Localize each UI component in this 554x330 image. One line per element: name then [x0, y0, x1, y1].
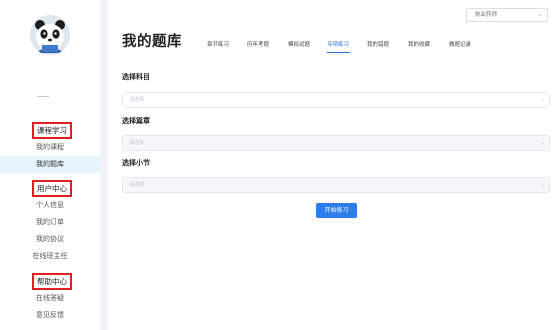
tab-past-exams[interactable]: 历年考题 [247, 40, 269, 48]
sidebar-item-my-question-bank[interactable]: 我的题库 [0, 156, 100, 173]
subject-label: 选择科目 [122, 73, 150, 81]
start-practice-button[interactable]: 开始练习 [316, 203, 357, 218]
chevron-down-icon: ⌄ [539, 181, 545, 188]
chapter-select[interactable]: 请选择 ⌄ [122, 135, 550, 151]
section-select[interactable]: 请选择 ⌄ [122, 177, 550, 193]
tab-chapter-practice[interactable]: 章节练习 [207, 40, 229, 48]
sidebar-item-my-agreements[interactable]: 我的协议 [0, 231, 100, 248]
chevron-down-icon: ⌄ [537, 11, 543, 18]
main-panel: 执业药师 ⌄ 我的题库 章节练习 历年考题 模拟试题 专项练习 我的错题 我的收… [108, 0, 554, 330]
sidebar: 课程学习 我的课程 我的题库 用户中心 个人信息 我的订单 我的协议 在线班主任… [0, 0, 100, 330]
subject-select[interactable]: 请选择 ⌄ [122, 92, 550, 108]
sidebar-item-my-courses[interactable]: 我的课程 [0, 139, 100, 156]
panda-avatar-icon [30, 15, 70, 55]
sidebar-item-online-qa[interactable]: 在线答疑 [0, 290, 100, 307]
avatar[interactable] [30, 15, 70, 55]
sidebar-item-online-tutor[interactable]: 在线班主任 [0, 248, 100, 265]
tab-practice-records[interactable]: 做题记录 [449, 40, 471, 48]
section-label: 选择小节 [122, 159, 150, 167]
subject-select-placeholder: 请选择 [129, 97, 145, 103]
sidebar-item-feedback[interactable]: 意见反馈 [0, 307, 100, 324]
tab-my-favorites[interactable]: 我的收藏 [408, 40, 430, 48]
chapter-label: 选择篇章 [122, 117, 150, 125]
tab-my-mistakes[interactable]: 我的错题 [367, 40, 389, 48]
job-type-select-value: 执业药师 [475, 12, 498, 18]
section-help-center: 帮助中心 [32, 273, 72, 290]
section-select-placeholder: 请选择 [129, 182, 145, 188]
username-placeholder [37, 96, 49, 97]
chevron-down-icon: ⌄ [539, 96, 545, 103]
job-type-select[interactable]: 执业药师 ⌄ [466, 8, 548, 22]
sidebar-item-my-orders[interactable]: 我的订单 [0, 214, 100, 231]
tab-special-practice[interactable]: 专项练习 [327, 40, 349, 48]
active-tab-indicator [327, 52, 350, 53]
chapter-select-placeholder: 请选择 [129, 140, 145, 146]
chevron-down-icon: ⌄ [539, 139, 545, 146]
section-course-learning: 课程学习 [32, 122, 72, 139]
tab-mock-exams[interactable]: 模拟试题 [288, 40, 310, 48]
section-user-center: 用户中心 [32, 180, 72, 197]
page-title: 我的题库 [122, 34, 182, 50]
sidebar-item-personal-info[interactable]: 个人信息 [0, 197, 100, 214]
